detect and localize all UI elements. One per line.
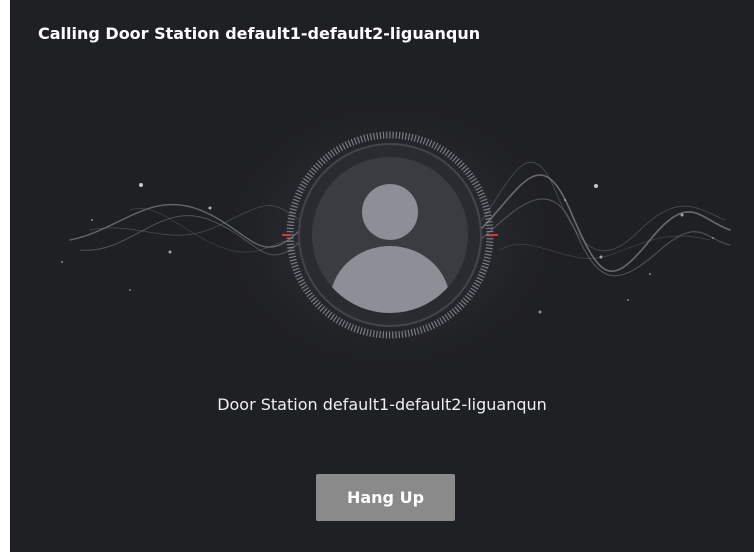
ring-accent-left bbox=[282, 234, 291, 236]
calling-dialog: Calling Door Station default1-default2-l… bbox=[10, 0, 754, 552]
calling-visual bbox=[10, 80, 754, 380]
dialog-title: Calling Door Station default1-default2-l… bbox=[38, 24, 481, 43]
ring-accent-right bbox=[489, 234, 498, 236]
hang-up-button[interactable]: Hang Up bbox=[316, 474, 455, 521]
caller-name: Door Station default1-default2-liguanqun bbox=[217, 395, 547, 414]
